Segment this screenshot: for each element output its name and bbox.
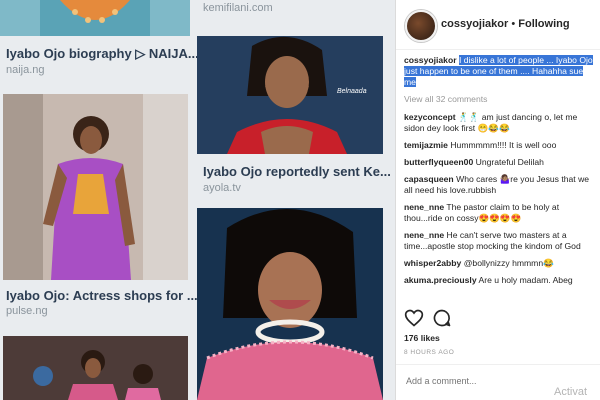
result-source: pulse.ng [6, 305, 48, 317]
comment-username[interactable]: capasqueen [404, 174, 454, 184]
comments-section: cossyojiakor I dislike a lot of people .… [396, 55, 600, 305]
comment-item: kezyconcept 🕺🕺 am just dancing o, let me… [404, 112, 593, 134]
result-caption[interactable]: Iyabo Ojo reportedly sent Ke... [203, 164, 391, 179]
comment-username[interactable]: akuma.preciously [404, 275, 477, 285]
instagram-post-panel: cossyojiakor • Following cossyojiakor I … [395, 0, 600, 400]
result-image[interactable] [197, 208, 383, 400]
comment-username[interactable]: nene_nne [404, 202, 444, 212]
result-image-top[interactable] [0, 0, 190, 36]
result-caption[interactable]: Iyabo Ojo biography ▷ NAIJA... [6, 46, 199, 62]
result-image[interactable] [3, 94, 188, 280]
add-comment-input[interactable] [404, 375, 558, 387]
comment-item: whisper2abby @bollynizzy hmmmn😂 [404, 258, 593, 269]
result-photo [0, 0, 190, 36]
post-header: cossyojiakor • Following [396, 0, 600, 50]
result-photo [3, 336, 188, 400]
comment-icon[interactable] [432, 308, 452, 328]
comment-item: nene_nne The pastor claim to be holy at … [404, 202, 593, 224]
comment-username[interactable]: temijazmie [404, 140, 448, 150]
comment-username[interactable]: nene_nne [404, 230, 444, 240]
comment-item: akuma.preciously Are u holy madam. Abeg [404, 275, 593, 286]
following-button[interactable]: Following [518, 18, 569, 30]
likes-count[interactable]: 176 likes [404, 333, 440, 343]
comment-text: Are u holy madam. Abeg [478, 275, 573, 285]
image-results-grid: Iyabo Ojo biography ▷ NAIJA... naija.ng … [0, 0, 395, 400]
caption-username[interactable]: cossyojiakor [404, 55, 457, 65]
result-source: ayola.tv [203, 182, 241, 194]
activate-watermark: Activat [554, 386, 588, 398]
comment-item: nene_nne He can't serve two masters at a… [404, 230, 593, 252]
comment-item: temijazmie Hummmmm!!!! It is well ooo [404, 140, 593, 151]
author-username[interactable]: cossyojiakor [441, 18, 508, 30]
separator-dot: • [511, 18, 516, 30]
comment-username[interactable]: kezyconcept [404, 112, 456, 122]
screen: Iyabo Ojo biography ▷ NAIJA... naija.ng … [0, 0, 600, 400]
image-watermark: Belnaada [337, 88, 367, 95]
post-caption: cossyojiakor I dislike a lot of people .… [404, 55, 593, 88]
result-photo [3, 94, 188, 280]
avatar[interactable] [405, 10, 437, 42]
post-timestamp: 8 HOURS AGO [404, 349, 455, 356]
result-image[interactable] [3, 336, 188, 400]
post-actions [404, 308, 594, 330]
result-source: kemifilani.com [203, 2, 273, 14]
post-author: cossyojiakor • Following [441, 18, 570, 30]
comment-text: Hummmmm!!!! It is well ooo [450, 140, 557, 150]
results-column-2: kemifilani.com Belnaada Iyabo Ojo report… [197, 0, 391, 400]
result-photo [197, 208, 383, 400]
comment-username[interactable]: whisper2abby [404, 258, 461, 268]
heart-icon[interactable] [404, 308, 424, 328]
comment-item: capasqueen Who cares 🤷🏽‍♀️re you Jesus t… [404, 174, 593, 196]
result-photo [197, 36, 383, 154]
results-column-1: Iyabo Ojo biography ▷ NAIJA... naija.ng … [0, 0, 199, 400]
result-caption[interactable]: Iyabo Ojo: Actress shops for ... [6, 288, 198, 303]
result-image[interactable]: Belnaada [197, 36, 383, 154]
view-all-comments-link[interactable]: View all 32 comments [404, 94, 593, 104]
comment-username[interactable]: butterflyqueen00 [404, 157, 473, 167]
comment-text: Ungrateful Delilah [475, 157, 544, 167]
comment-item: butterflyqueen00 Ungrateful Delilah [404, 157, 593, 168]
result-source: naija.ng [6, 64, 45, 76]
comment-text: @bollynizzy hmmmn😂 [463, 258, 554, 268]
